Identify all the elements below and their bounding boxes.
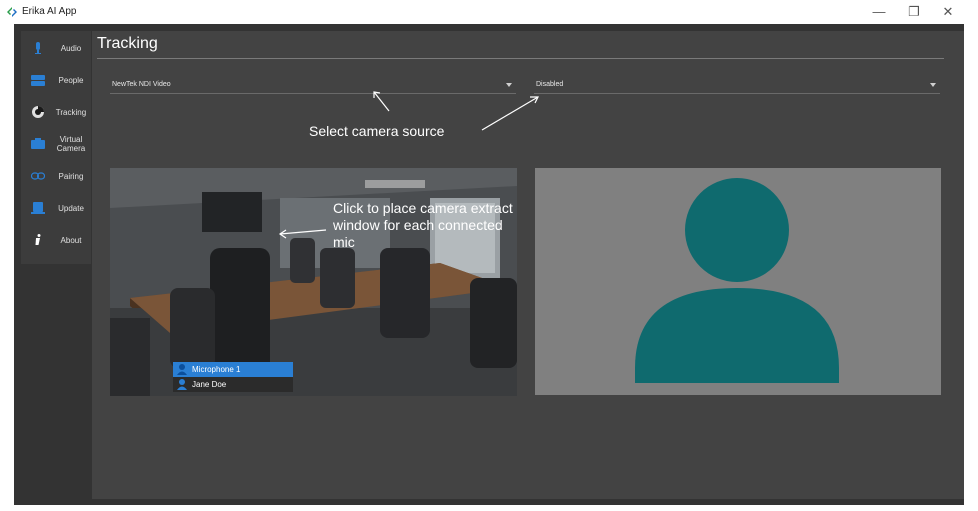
minimize-button[interactable]: — xyxy=(871,4,887,20)
sidebar-item-people[interactable]: People xyxy=(21,64,91,96)
second-source-value: Disabled xyxy=(536,81,564,88)
info-icon xyxy=(35,234,41,245)
sidebar-item-label: About xyxy=(60,235,82,245)
sidebar-item-label: Update xyxy=(58,203,84,213)
camera-extract-preview xyxy=(535,168,941,395)
annotation-place-extract: Click to place camera extract window for… xyxy=(333,200,513,250)
title-divider xyxy=(97,58,944,59)
close-button[interactable]: ✕ xyxy=(940,4,956,20)
update-icon xyxy=(31,202,45,214)
person-icon xyxy=(177,364,187,375)
chevron-down-icon xyxy=(506,83,512,87)
second-source-select[interactable]: Disabled xyxy=(534,78,940,94)
sidebar: Audio People Tracking Virtual Camera Pai… xyxy=(21,31,91,264)
mic-label: Microphone 1 xyxy=(192,365,241,374)
app-window: Audio People Tracking Virtual Camera Pai… xyxy=(14,24,964,505)
camera-source-value: NewTek NDI Video xyxy=(112,81,171,88)
mic-list-item-microphone-1[interactable]: Microphone 1 xyxy=(173,362,293,377)
mic-list: Microphone 1 Jane Doe xyxy=(173,362,293,392)
sidebar-item-label: Tracking xyxy=(55,107,87,117)
camera-icon xyxy=(31,138,45,149)
annotation-select-source: Select camera source xyxy=(309,123,445,139)
tracking-icon xyxy=(32,106,44,118)
microphone-icon xyxy=(35,42,41,54)
sidebar-item-label: Audio xyxy=(60,43,82,53)
person-placeholder-icon xyxy=(635,178,839,383)
sidebar-item-label: People xyxy=(58,75,84,85)
sidebar-item-tracking[interactable]: Tracking xyxy=(21,96,91,128)
sidebar-item-update[interactable]: Update xyxy=(21,192,91,224)
page-title: Tracking xyxy=(97,35,158,52)
person-icon xyxy=(177,379,187,390)
sidebar-item-about[interactable]: About xyxy=(21,224,91,256)
tracking-panel: Tracking NewTek NDI Video Disabled Selec… xyxy=(92,31,964,499)
sidebar-item-label: Pairing xyxy=(58,171,84,181)
app-logo-icon xyxy=(7,7,17,17)
people-icon xyxy=(31,75,45,86)
camera-source-select[interactable]: NewTek NDI Video xyxy=(110,78,516,94)
sidebar-item-virtual-camera[interactable]: Virtual Camera xyxy=(21,128,91,160)
sidebar-item-pairing[interactable]: Pairing xyxy=(21,160,91,192)
link-icon xyxy=(31,172,45,180)
chevron-down-icon xyxy=(930,83,936,87)
title-bar: Erika AI App — ❐ ✕ xyxy=(0,0,978,24)
maximize-button[interactable]: ❐ xyxy=(906,4,922,20)
mic-list-item-jane-doe[interactable]: Jane Doe xyxy=(173,377,293,392)
sidebar-item-label: Virtual Camera xyxy=(56,135,86,153)
mic-label: Jane Doe xyxy=(192,380,227,389)
sidebar-item-audio[interactable]: Audio xyxy=(21,32,91,64)
window-title: Erika AI App xyxy=(22,6,77,17)
